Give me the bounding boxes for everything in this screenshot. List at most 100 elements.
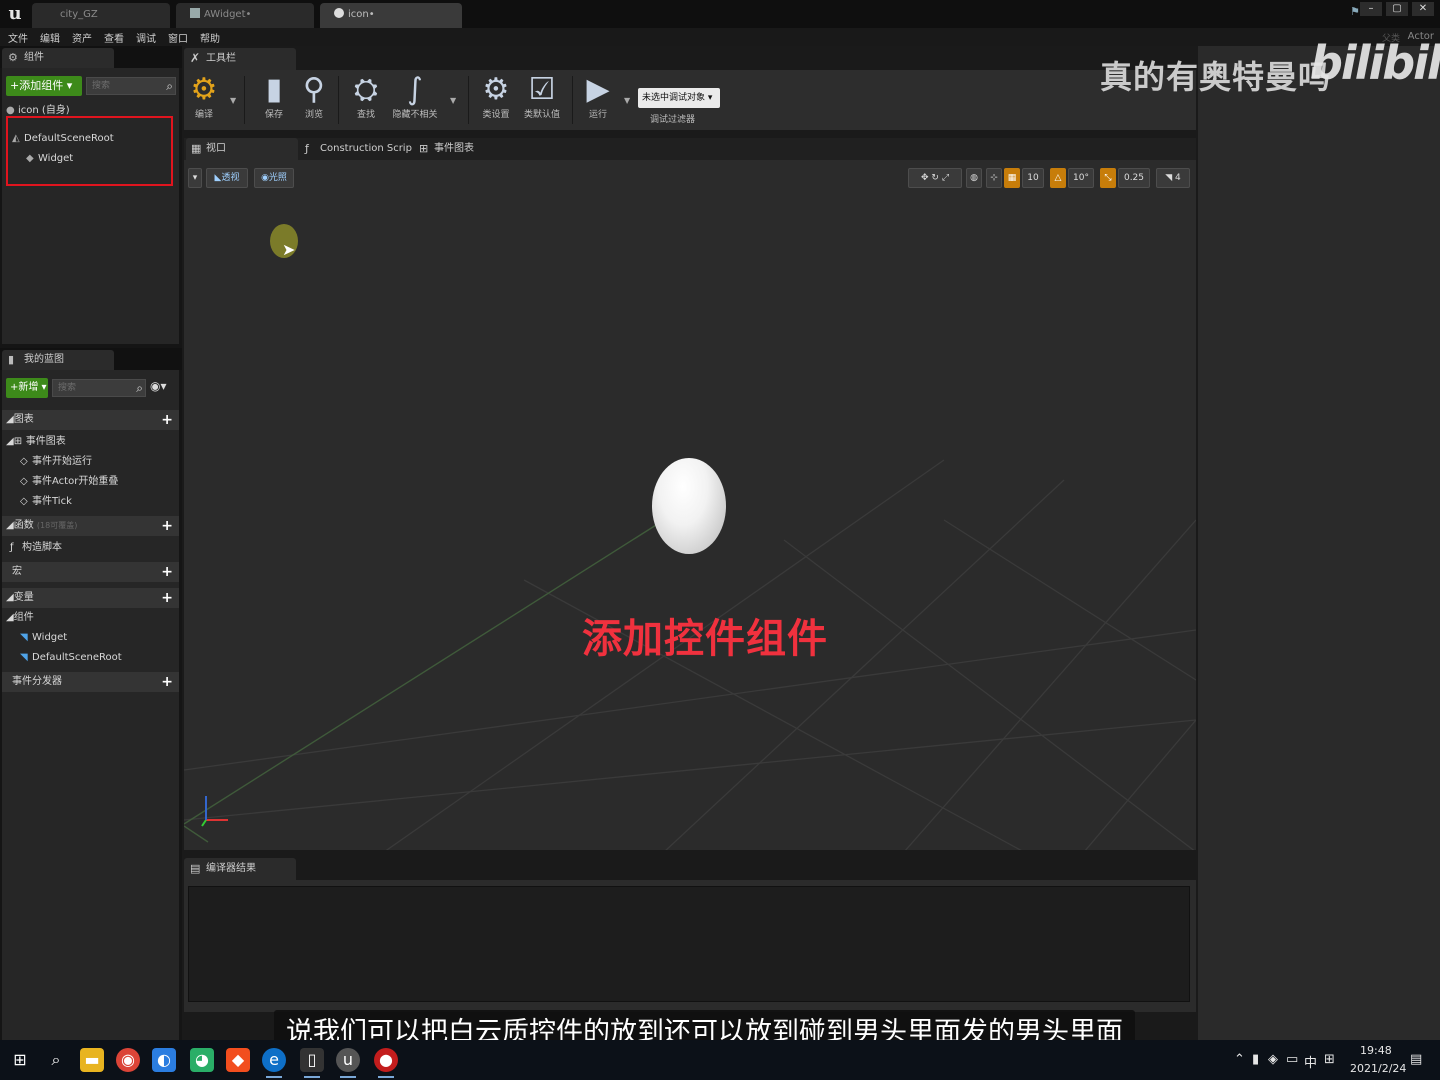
compile-button[interactable]: ⚙ 编译 [186,72,222,128]
tab-components[interactable]: ⚙ 组件 [2,48,114,68]
close-button[interactable]: ✕ [1412,2,1434,16]
ime-indicator[interactable]: 中 [1304,1052,1317,1071]
add-new-button[interactable]: +新增 ▾ [6,378,48,398]
tree-item-widget[interactable]: ◆ Widget [26,152,73,166]
compile-icon: ⚙ [190,72,218,107]
components-category-row[interactable]: ◢组件 [2,608,179,628]
surface-snap-button[interactable]: ⊹ [986,168,1002,188]
menu-edit[interactable]: 编辑 [40,30,60,45]
grid-snap-toggle[interactable]: ▦ [1004,168,1020,188]
class-settings-button[interactable]: ⚙ 类设置 [478,72,514,128]
variable-widget-row[interactable]: ◥ Widget [2,628,179,648]
section-event-dispatchers[interactable]: 事件分发器 + [2,672,179,692]
hide-unrelated-options-icon[interactable]: ▼ [450,96,456,105]
chrome-icon[interactable]: ◉ [116,1048,140,1072]
grid-snap-value[interactable]: 10 [1022,168,1044,188]
tab-city-gz[interactable]: city_GZ [32,3,170,28]
play-button[interactable]: ▶ 运行 [580,72,616,128]
qq-browser-icon[interactable]: ◐ [152,1048,176,1072]
edge-icon[interactable]: e [262,1048,286,1078]
editor-tabbar: ▦ 视口 ƒ Construction Scrip ⊞ 事件图表 [184,138,1196,160]
camera-speed-button[interactable]: ◥ 4 [1156,168,1190,188]
uploader-watermark: 真的有奥特曼吗 [1100,58,1332,96]
tab-compiler-results[interactable]: ▤ 编译器结果 [184,858,296,880]
browse-button[interactable]: ⚲ 浏览 [296,72,332,128]
maximize-button[interactable]: ▢ [1386,2,1408,16]
network-app-icon[interactable]: ◈ [1268,1052,1278,1067]
debug-object-select[interactable]: 未选中调试对象 ▾ [638,88,720,108]
section-variables[interactable]: ◢变量 + [2,588,179,608]
event-graph-row[interactable]: ◢⊞ 事件图表 [2,432,179,452]
event-begin-play-row[interactable]: ◇ 事件开始运行 [2,452,179,472]
tab-viewport[interactable]: ▦ 视口 [186,138,298,160]
wechat-icon[interactable]: ◕ [190,1048,214,1072]
microphone-icon[interactable]: ▮ [1252,1052,1259,1067]
construction-script-row[interactable]: ƒ 构造脚本 [2,538,179,558]
unreal-editor-icon[interactable]: u [336,1048,360,1078]
add-component-button[interactable]: +添加组件 ▾ [6,76,82,96]
add-function-icon[interactable]: + [161,516,173,536]
visibility-eye-icon[interactable]: ◉▾ [150,379,167,393]
rotation-snap-toggle[interactable]: △ [1050,168,1066,188]
section-macros[interactable]: 宏 + [2,562,179,582]
screen-recorder-icon[interactable]: ● [374,1048,398,1078]
tab-event-graph[interactable]: ⊞ 事件图表 [414,138,526,160]
compile-options-icon[interactable]: ▼ [230,96,236,105]
section-functions[interactable]: ◢函数 (18可覆盖) + [2,516,179,536]
menu-view[interactable]: 查看 [104,30,124,45]
play-options-icon[interactable]: ▼ [624,96,630,105]
viewport[interactable]: ▾ ◣透视 ◉光照 ✥ ↻ ⤢ ◍ ⊹ ▦ 10 △ 10° ⤡ 0.25 ◥ … [184,160,1196,852]
perspective-button[interactable]: ◣透视 [206,168,248,188]
add-macro-icon[interactable]: + [161,562,173,582]
save-button[interactable]: ▮ 保存 [256,72,292,128]
variable-default-scene-root-row[interactable]: ◥ DefaultSceneRoot [2,648,179,668]
grid-snap-icon: ▦ [1007,173,1017,183]
event-begin-overlap-row[interactable]: ◇ 事件Actor开始重叠 [2,472,179,492]
class-defaults-icon: ☑ [528,72,556,107]
figma-icon[interactable]: ◆ [226,1048,250,1072]
components-search-input[interactable]: 搜索 ⌕ [86,77,176,95]
event-tick-row[interactable]: ◇ 事件Tick [2,492,179,512]
sphere-mesh-preview[interactable] [652,458,726,554]
transform-mode-buttons[interactable]: ✥ ↻ ⤢ [908,168,962,188]
notification-center-icon[interactable]: ▤ [1410,1052,1422,1067]
menu-window[interactable]: 窗口 [168,30,188,45]
tab-awidget[interactable]: AWidget• [176,3,314,28]
start-windows-icon[interactable]: ⊞ [8,1048,32,1072]
tab-icon-blueprint[interactable]: icon• [320,3,462,28]
tab-my-blueprint[interactable]: ▮ 我的蓝图 [2,350,114,370]
clock-time[interactable]: 19:48 [1360,1044,1392,1057]
viewport-options-button[interactable]: ▾ [188,168,202,188]
add-graph-icon[interactable]: + [161,410,173,430]
tab-toolbar[interactable]: ✗ 工具栏 [184,48,296,70]
blueprint-search-input[interactable]: 搜索 ⌕ [52,379,146,397]
class-defaults-button[interactable]: ☑ 类默认值 [520,72,564,128]
tree-item-default-scene-root[interactable]: ◭ DefaultSceneRoot [12,132,114,146]
world-local-button[interactable]: ◍ [966,168,982,188]
ime-mode-icon[interactable]: ⊞ [1324,1052,1335,1067]
menu-help[interactable]: 帮助 [200,30,220,45]
scale-snap-value[interactable]: 0.25 [1118,168,1150,188]
tab-construction-script[interactable]: ƒ Construction Scrip [300,138,412,160]
network-icon[interactable]: ▭ [1286,1052,1298,1067]
add-variable-icon[interactable]: + [161,588,173,608]
epic-launcher-icon[interactable]: ▯ [300,1048,324,1078]
menu-debug[interactable]: 调试 [136,30,156,45]
function-icon: ƒ [305,142,309,155]
section-graphs[interactable]: ◢图表 + [2,410,179,430]
scale-snap-toggle[interactable]: ⤡ [1100,168,1116,188]
rotation-snap-value[interactable]: 10° [1068,168,1094,188]
tray-chevron-icon[interactable]: ⌃ [1234,1052,1245,1067]
unreal-logo-icon[interactable]: u [4,3,26,25]
minimize-button[interactable]: – [1360,2,1382,16]
lit-mode-button[interactable]: ◉光照 [254,168,294,188]
find-button[interactable]: ⛭ 查找 [348,72,384,128]
menu-asset[interactable]: 资产 [72,30,92,45]
menu-file[interactable]: 文件 [8,30,28,45]
add-dispatcher-icon[interactable]: + [161,672,173,692]
file-explorer-icon[interactable]: ▬ [80,1048,104,1072]
clock-date[interactable]: 2021/2/24 [1350,1062,1406,1075]
search-icon[interactable]: ⌕ [44,1048,68,1072]
compiler-results-log[interactable] [188,886,1190,1002]
hide-unrelated-button[interactable]: ∫ 隐藏不相关 [388,72,442,128]
